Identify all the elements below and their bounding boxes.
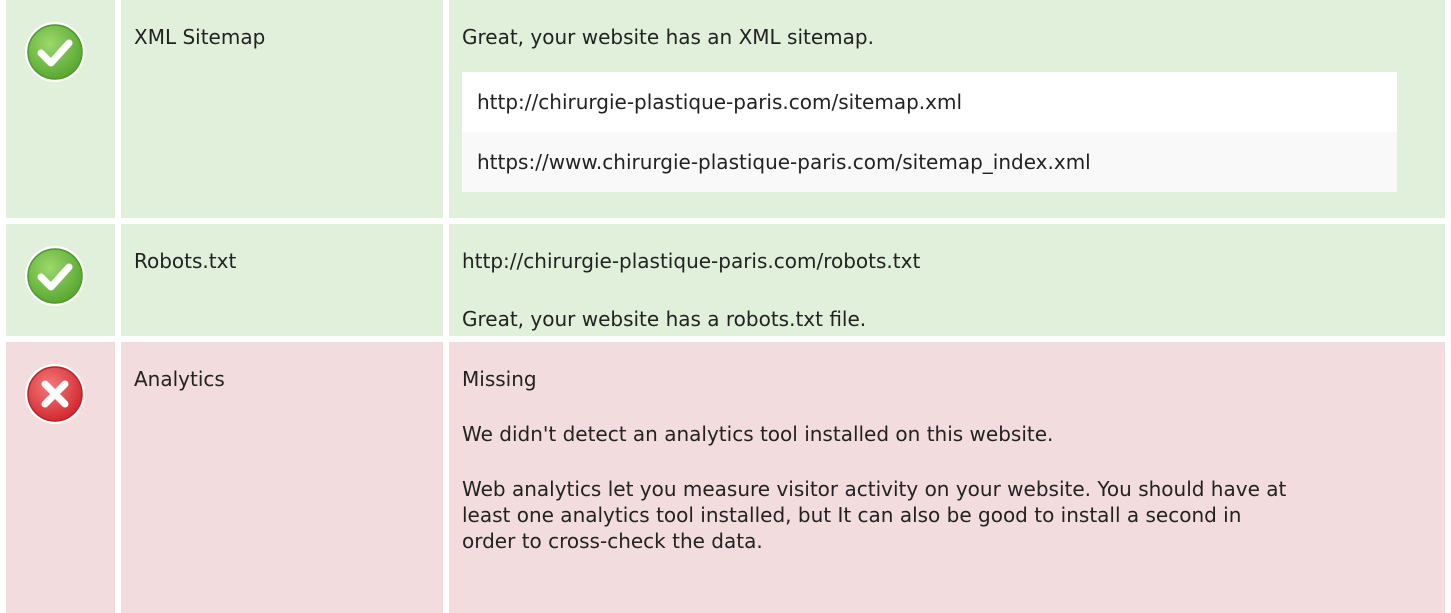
check-state: Missing: [462, 367, 537, 391]
sitemap-url: http://chirurgie-plastique-paris.com/sit…: [462, 72, 1397, 132]
check-message: We didn't detect an analytics tool insta…: [462, 422, 1054, 446]
check-message: Great, your website has a robots.txt fil…: [462, 307, 867, 331]
check-label-cell: Analytics: [121, 342, 443, 613]
sitemap-url-list: http://chirurgie-plastique-paris.com/sit…: [462, 72, 1397, 192]
cross-icon: [25, 364, 85, 424]
sitemap-url: https://www.chirurgie-plastique-paris.co…: [462, 132, 1397, 192]
check-label: XML Sitemap: [134, 25, 266, 49]
check-description: Web analytics let you measure visitor ac…: [462, 477, 1287, 553]
check-message: Great, your website has an XML sitemap.: [462, 25, 874, 49]
check-row-xml-sitemap: XML Sitemap Great, your website has an X…: [0, 0, 1451, 218]
status-cell: [6, 224, 115, 336]
robots-url: http://chirurgie-plastique-paris.com/rob…: [462, 249, 921, 273]
check-content-cell: http://chirurgie-plastique-paris.com/rob…: [449, 224, 1445, 336]
status-cell: [6, 342, 115, 613]
status-cell: [6, 0, 115, 218]
check-row-analytics: Analytics Missing We didn't detect an an…: [0, 342, 1451, 613]
seo-report-table: XML Sitemap Great, your website has an X…: [0, 0, 1451, 613]
check-label: Analytics: [134, 367, 225, 391]
check-icon: [25, 246, 85, 306]
check-label: Robots.txt: [134, 249, 237, 273]
check-icon: [25, 22, 85, 82]
check-label-cell: Robots.txt: [121, 224, 443, 336]
check-row-robots-txt: Robots.txt http://chirurgie-plastique-pa…: [0, 224, 1451, 336]
check-content-cell: Great, your website has an XML sitemap. …: [449, 0, 1445, 218]
check-label-cell: XML Sitemap: [121, 0, 443, 218]
check-content-cell: Missing We didn't detect an analytics to…: [449, 342, 1445, 613]
